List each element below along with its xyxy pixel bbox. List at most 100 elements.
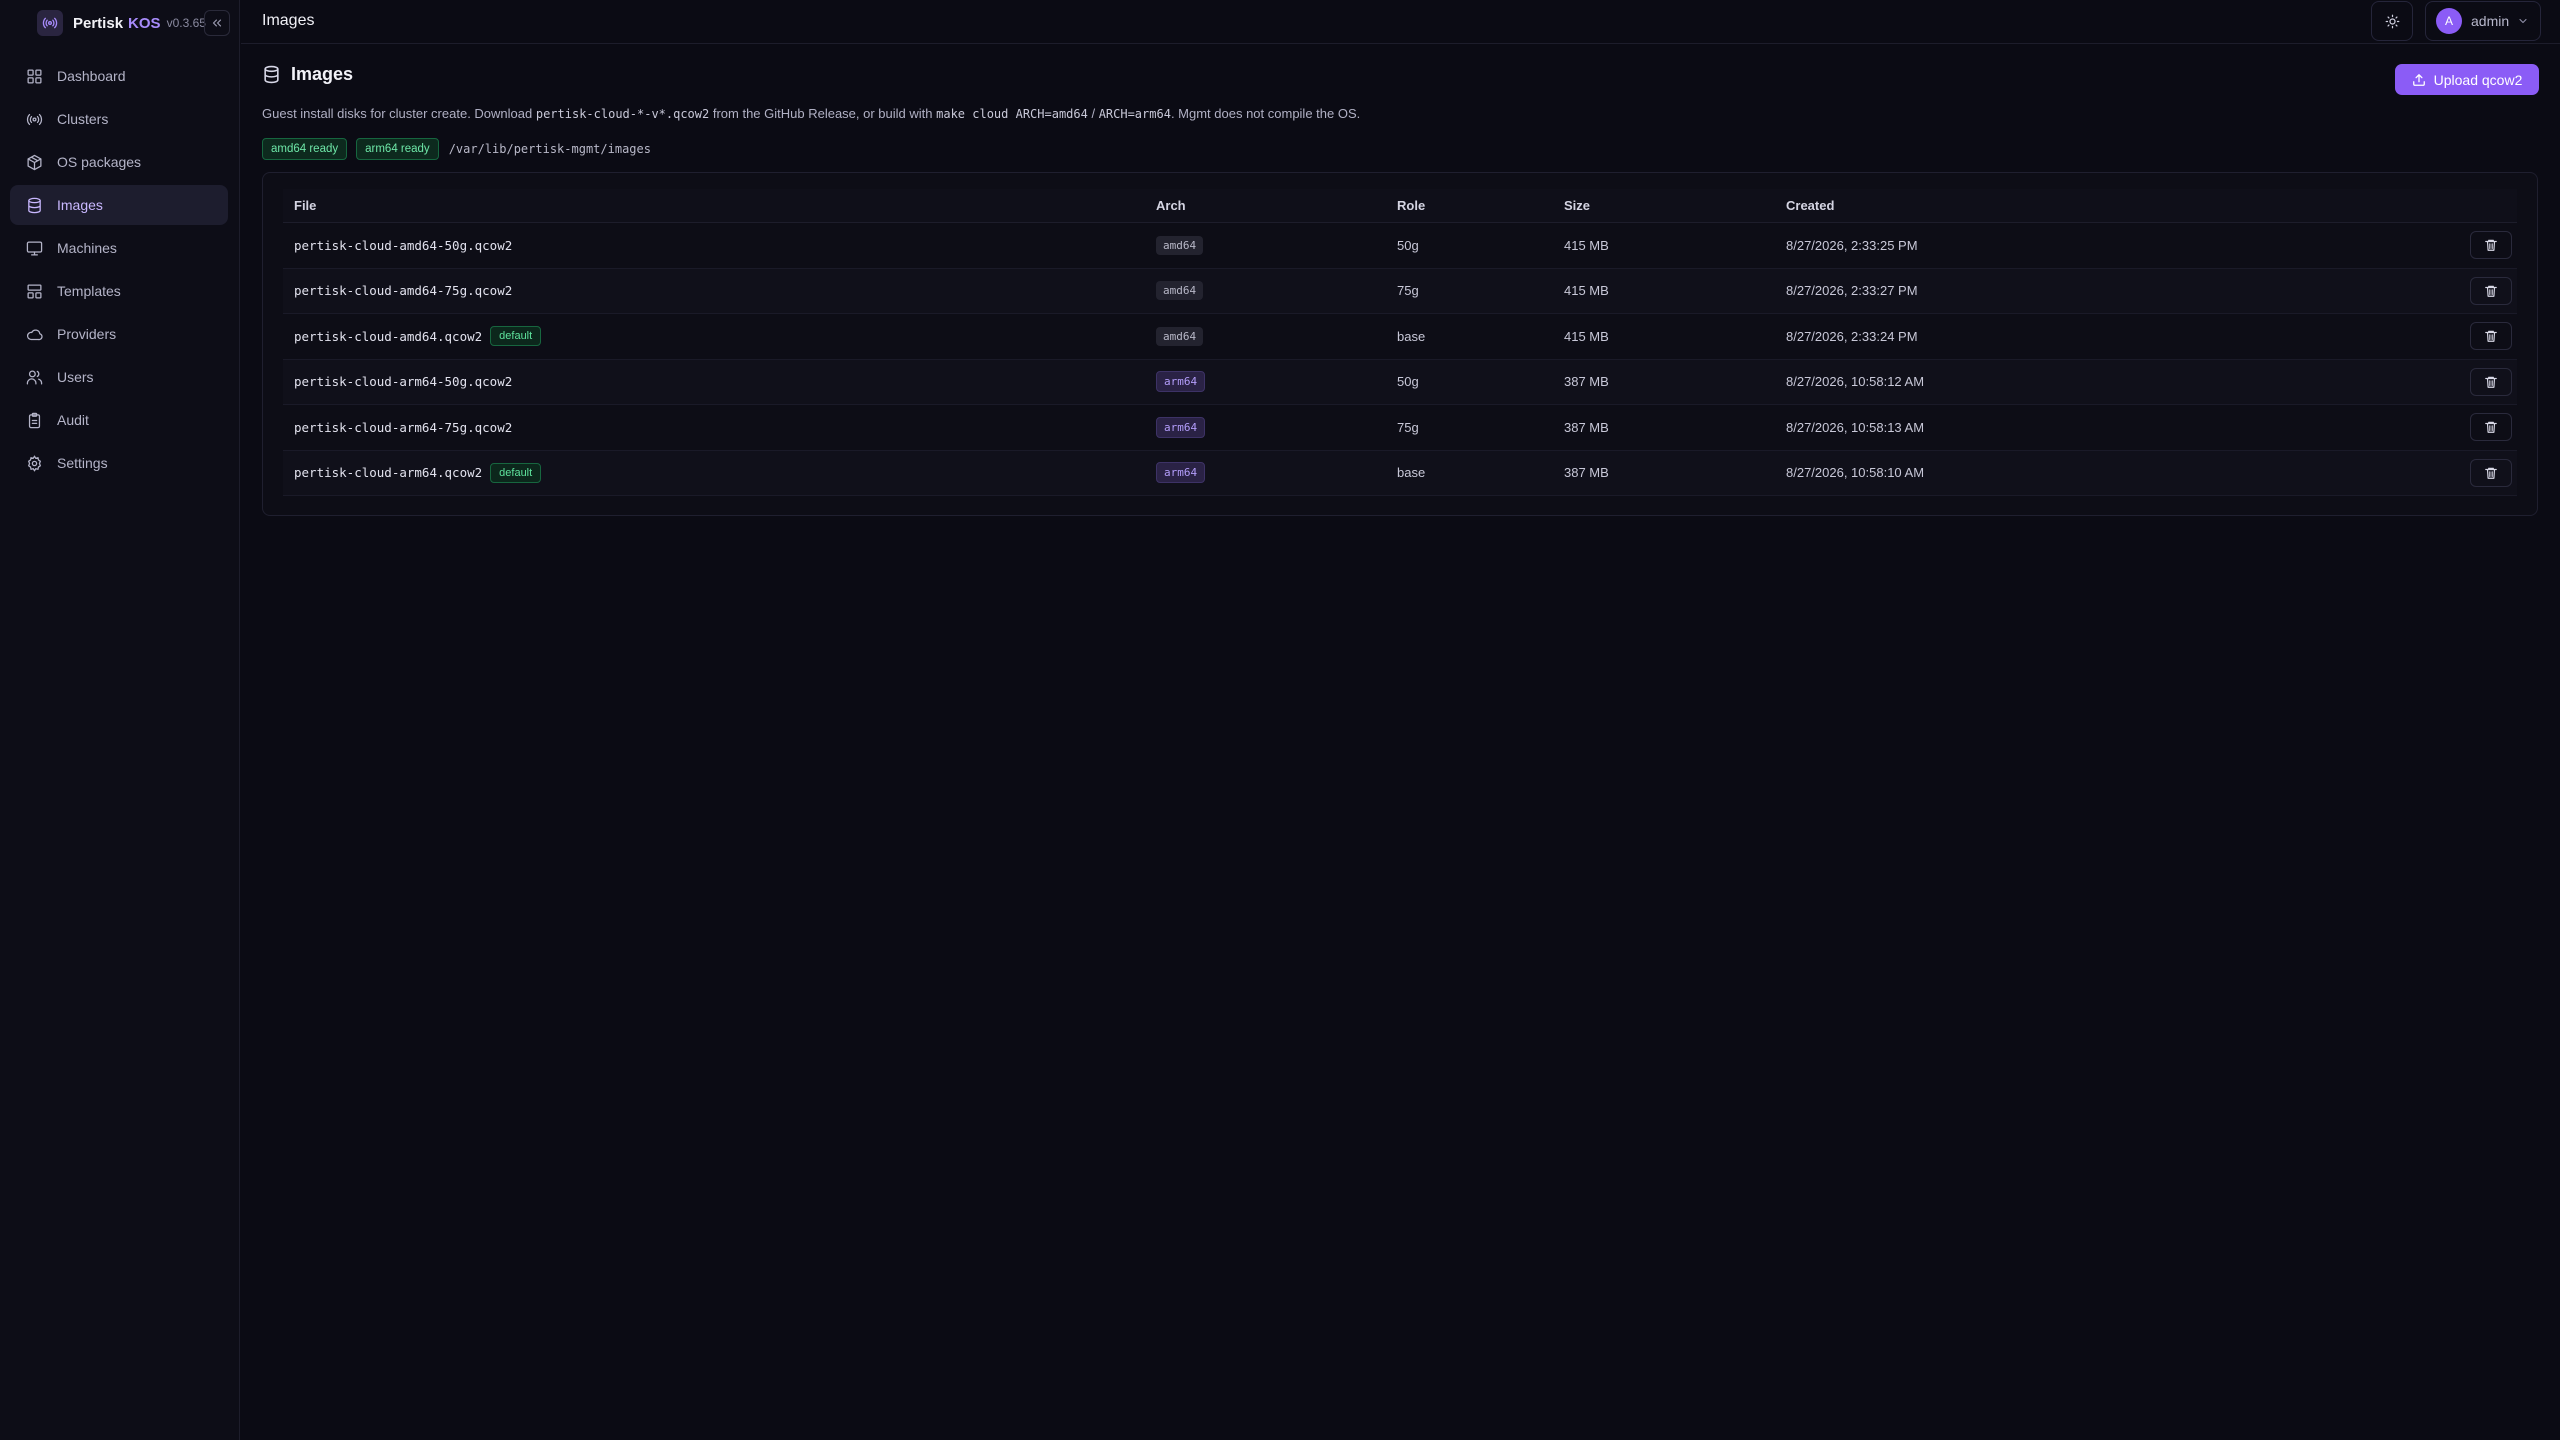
cell-created: 8/27/2026, 10:58:10 AM (1786, 465, 1925, 481)
sun-icon (2385, 14, 2399, 28)
file-name: pertisk-cloud-amd64.qcow2 (294, 328, 483, 344)
arch-status-badges: amd64 ready arm64 ready /var/lib/pertisk… (262, 138, 651, 160)
broadcast-logo-icon (37, 10, 63, 36)
cell-file: pertisk-cloud-arm64-50g.qcow2 (283, 374, 1145, 389)
sidebar: Pertisk KOS v0.3.65 Dashboard Clusters O… (0, 0, 240, 1440)
delete-button[interactable] (2470, 322, 2512, 351)
delete-button[interactable] (2470, 458, 2512, 487)
sidebar-item-images[interactable]: Images (10, 185, 228, 225)
sidebar-item-label: Audit (57, 412, 89, 428)
table-row: pertisk-cloud-amd64-75g.qcow2 amd64 75g 415… (283, 268, 2517, 314)
arch-badge: amd64 (1156, 235, 1204, 255)
section-header: Images (262, 64, 353, 85)
desc-code: ARCH=arm64 (1098, 107, 1171, 121)
page-title: Images (262, 12, 315, 29)
sidebar-item-label: OS packages (57, 154, 142, 170)
user-menu-button[interactable]: A admin (2425, 1, 2541, 41)
default-badge: default (490, 326, 542, 347)
cell-arch: amd64 (1145, 235, 1386, 255)
sidebar-item-label: Clusters (57, 111, 109, 127)
cell-created: 8/27/2026, 10:58:12 AM (1786, 374, 1925, 390)
default-badge: default (490, 462, 542, 483)
trash-icon (2484, 238, 2498, 252)
sidebar-item-label: Settings (57, 455, 108, 471)
images-table-card: File Arch Role Size Created pertisk-clou… (262, 172, 2538, 516)
cell-created: 8/27/2026, 10:58:13 AM (1786, 419, 1925, 435)
section-title: Images (291, 64, 354, 84)
sidebar-item-settings[interactable]: Settings (10, 443, 228, 483)
top-bar: Images A admin (241, 0, 2560, 44)
theme-toggle-button[interactable] (2371, 1, 2413, 41)
arch-badge: arm64 (1156, 371, 1206, 393)
file-name: pertisk-cloud-arm64-50g.qcow2 (294, 374, 513, 390)
package-icon (27, 154, 42, 170)
sidebar-nav: Dashboard Clusters OS packages Images Ma… (10, 56, 228, 486)
cell-arch: amd64 (1145, 326, 1386, 346)
sidebar-item-users[interactable]: Users (10, 357, 228, 397)
sidebar-item-machines[interactable]: Machines (10, 228, 228, 268)
arch-badge: arm64 (1156, 416, 1206, 438)
database-icon (264, 65, 279, 84)
cell-arch: arm64 (1145, 416, 1386, 438)
cell-created: 8/27/2026, 2:33:24 PM (1786, 328, 1918, 344)
file-name: pertisk-cloud-arm64.qcow2 (294, 465, 483, 481)
desc-text: . Mgmt does not compile the OS. (1170, 106, 1361, 121)
file-name: pertisk-cloud-arm64-75g.qcow2 (294, 419, 513, 435)
column-header-arch: Arch (1156, 198, 1186, 213)
cell-actions (2465, 413, 2517, 442)
sidebar-item-label: Machines (57, 240, 117, 256)
table-row: pertisk-cloud-arm64.qcow2 default arm64 bas… (283, 450, 2517, 496)
cell-file: pertisk-cloud-arm64.qcow2 default (283, 462, 1145, 483)
upload-qcow2-button[interactable]: Upload qcow2 (2395, 64, 2539, 95)
clipboard-icon (28, 412, 41, 428)
sidebar-item-templates[interactable]: Templates (10, 271, 228, 311)
chevrons-left-icon (212, 19, 222, 27)
dashboard-icon (27, 68, 42, 84)
sidebar-item-os-packages[interactable]: OS packages (10, 142, 228, 182)
brand-name: Pertisk (73, 14, 124, 32)
delete-button[interactable] (2470, 413, 2512, 442)
cell-actions (2465, 367, 2517, 396)
trash-icon (2484, 329, 2498, 343)
sidebar-item-audit[interactable]: Audit (10, 400, 228, 440)
status-badge-amd64: amd64 ready (262, 138, 348, 160)
cell-role: base (1397, 465, 1426, 481)
sidebar-item-providers[interactable]: Providers (10, 314, 228, 354)
table-row: pertisk-cloud-arm64-75g.qcow2 arm64 75g 387… (283, 405, 2517, 451)
delete-button[interactable] (2470, 231, 2512, 260)
cell-actions (2465, 322, 2517, 351)
cell-role: 75g (1397, 283, 1419, 299)
column-header-role: Role (1397, 198, 1426, 213)
table-row: pertisk-cloud-arm64-50g.qcow2 arm64 50g 387… (283, 359, 2517, 405)
users-icon (26, 369, 43, 385)
arch-badge: amd64 (1156, 326, 1204, 346)
sidebar-item-dashboard[interactable]: Dashboard (10, 56, 228, 96)
collapse-sidebar-button[interactable] (204, 10, 230, 36)
trash-icon (2484, 375, 2498, 389)
delete-button[interactable] (2470, 276, 2512, 305)
cell-file: pertisk-cloud-amd64.qcow2 default (283, 326, 1145, 347)
layout-icon (27, 283, 42, 299)
cell-actions (2465, 276, 2517, 305)
images-path: /var/lib/pertisk-mgmt/images (448, 142, 651, 156)
chevron-down-icon (2517, 15, 2529, 27)
brand[interactable]: Pertisk KOS v0.3.65 (37, 10, 231, 36)
column-header-size: Size (1564, 198, 1591, 213)
desc-text: Guest install disks for cluster create. … (262, 106, 536, 121)
cell-size: 387 MB (1564, 419, 1609, 435)
trash-icon (2484, 284, 2498, 298)
trash-icon (2484, 466, 2498, 480)
desc-text: / (1087, 106, 1099, 121)
radio-icon (26, 113, 43, 125)
cell-role: 75g (1397, 419, 1419, 435)
sidebar-item-clusters[interactable]: Clusters (10, 99, 228, 139)
delete-button[interactable] (2470, 367, 2512, 396)
database-icon (28, 197, 41, 213)
column-header-file: File (294, 198, 317, 213)
desc-code: pertisk-cloud-*-v*.qcow2 (535, 107, 710, 121)
arch-badge: amd64 (1156, 281, 1204, 301)
desc-text: from the GitHub Release, or build with (709, 106, 937, 121)
upload-icon (2412, 73, 2425, 86)
cell-size: 415 MB (1564, 283, 1609, 299)
brand-product: KOS (128, 14, 161, 32)
